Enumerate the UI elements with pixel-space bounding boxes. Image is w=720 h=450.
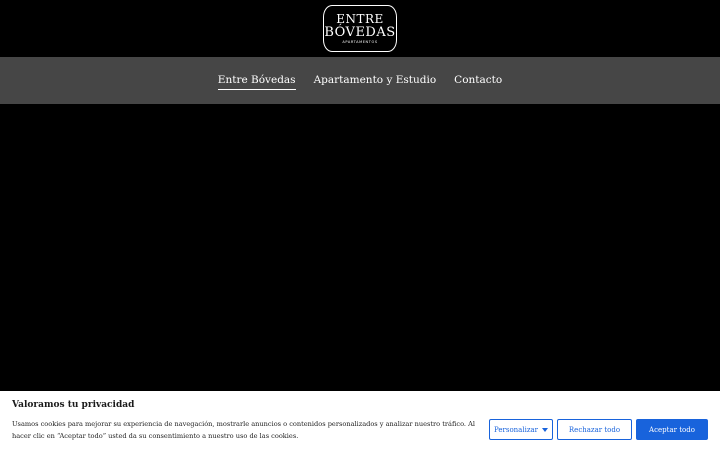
main-navigation: Entre Bóvedas Apartamento y Estudio Cont… — [0, 57, 720, 104]
accept-all-button[interactable]: Aceptar todo — [636, 419, 708, 440]
cookie-banner-description: Usamos cookies para mejorar su experienc… — [12, 420, 475, 440]
cookie-banner-title: Valoramos tu privacidad — [12, 400, 135, 410]
top-header: ENTRE BÓVEDAS APARTAMENTOS — [0, 0, 720, 57]
nav-item-contacto[interactable]: Contacto — [454, 74, 502, 90]
customize-button[interactable]: Personalizar — [489, 419, 553, 440]
page: ENTRE BÓVEDAS APARTAMENTOS Entre Bóvedas… — [0, 0, 720, 450]
caret-down-icon — [542, 427, 549, 432]
site-logo[interactable]: ENTRE BÓVEDAS APARTAMENTOS — [323, 5, 397, 52]
nav-item-apartamento-y-estudio[interactable]: Apartamento y Estudio — [314, 74, 437, 90]
nav-item-entre-bovedas[interactable]: Entre Bóvedas — [217, 74, 296, 90]
customize-button-label: Personalizar — [493, 425, 539, 434]
logo-text-line2: BÓVEDAS — [324, 24, 396, 40]
hero-area — [0, 104, 720, 391]
cookie-consent-banner: Valoramos tu privacidad Usamos cookies p… — [0, 391, 720, 450]
logo-text-line1: ENTRE — [336, 11, 384, 26]
logo-text-line3: APARTAMENTOS — [342, 39, 378, 44]
reject-all-button[interactable]: Rechazar todo — [557, 419, 632, 440]
